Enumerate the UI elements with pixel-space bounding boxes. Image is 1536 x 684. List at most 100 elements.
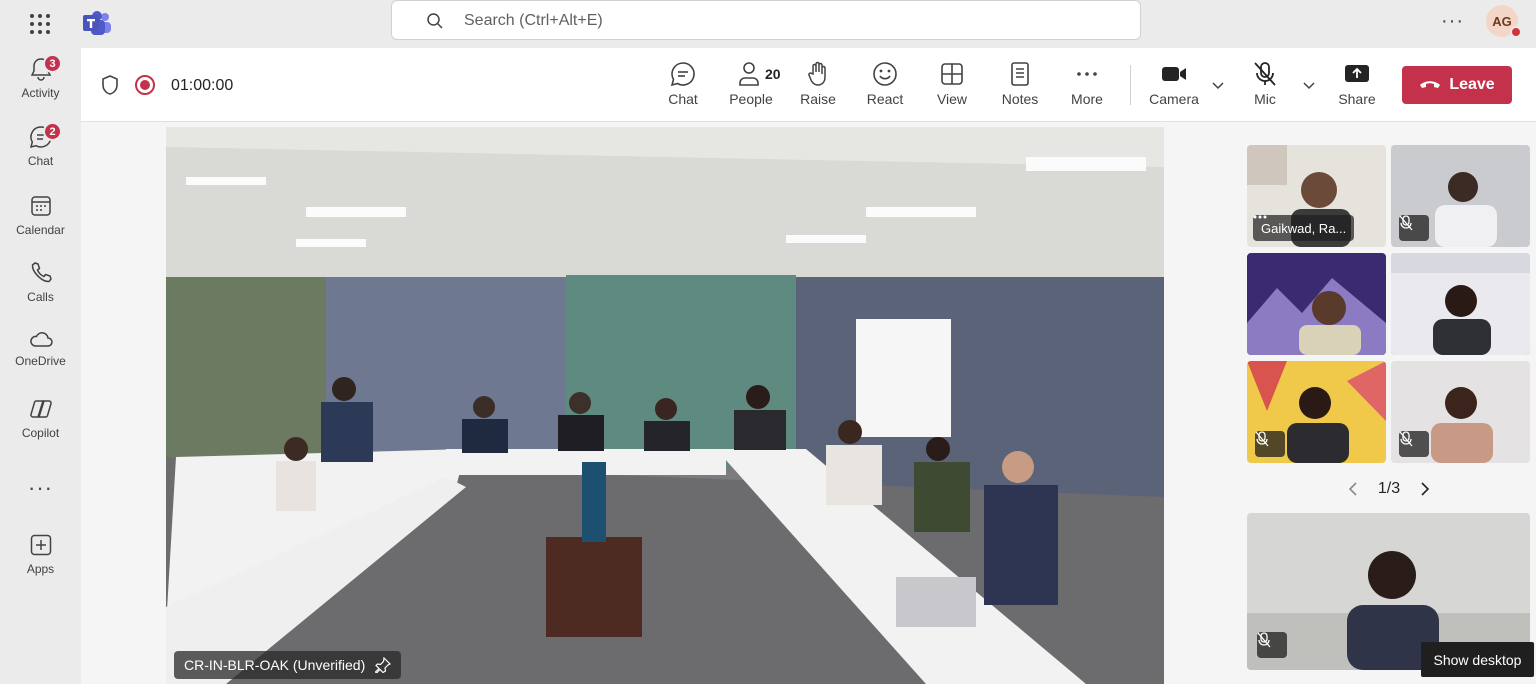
- more-actions-button[interactable]: More: [1057, 60, 1117, 116]
- participant-name-tag: Gaikwad, Ra...: [1253, 215, 1355, 241]
- add-app-icon: [30, 534, 51, 556]
- participant-tile[interactable]: [1391, 361, 1530, 463]
- leave-button-label: Leave: [1449, 76, 1495, 93]
- notes-button[interactable]: Notes: [990, 60, 1050, 116]
- main-video-feed[interactable]: [166, 127, 1164, 684]
- search-input[interactable]: Search (Ctrl+Alt+E): [464, 12, 603, 30]
- pin-icon[interactable]: [375, 657, 392, 673]
- muted-indicator: [1399, 431, 1429, 457]
- rail-label-calls: Calls: [27, 290, 54, 304]
- gallery-pager: 1/3: [1347, 478, 1431, 500]
- rail-item-calendar[interactable]: Calendar: [0, 193, 81, 253]
- rail-label-chat: Chat: [27, 154, 54, 168]
- notes-icon: [1011, 62, 1029, 86]
- avatar-initials: AG: [1492, 13, 1512, 29]
- more-options-icon[interactable]: [1253, 215, 1267, 219]
- more-button-label: More: [1071, 91, 1103, 107]
- emoji-smile-icon: [873, 62, 897, 86]
- video-camera-icon: [1162, 67, 1186, 81]
- main-participant-name: CR-IN-BLR-OAK (Unverified): [184, 657, 366, 673]
- cloud-icon: [29, 332, 53, 347]
- raise-button-label: Raise: [800, 91, 836, 107]
- people-button-label: People: [729, 91, 773, 107]
- participant-tile-speaking[interactable]: [1391, 253, 1530, 355]
- presence-busy-icon: [1510, 26, 1522, 38]
- copilot-icon: [29, 400, 52, 418]
- rail-label-copilot: Copilot: [21, 426, 60, 440]
- mic-off-icon: [1257, 632, 1271, 648]
- chat-button[interactable]: Chat: [653, 60, 713, 116]
- chevron-left-icon[interactable]: [1347, 481, 1359, 497]
- settings-more-button[interactable]: ···: [1441, 10, 1464, 33]
- grid-view-icon: [941, 63, 963, 85]
- leave-button[interactable]: Leave: [1402, 66, 1512, 104]
- more-horizontal-icon: [1077, 72, 1097, 76]
- user-avatar[interactable]: AG: [1486, 5, 1522, 38]
- people-icon: [739, 62, 759, 86]
- gallery-page-indicator: 1/3: [1377, 480, 1401, 497]
- notes-button-label: Notes: [1001, 91, 1039, 107]
- self-muted-indicator: [1257, 632, 1287, 658]
- rail-label-calendar: Calendar: [16, 223, 65, 237]
- raise-hand-icon: [808, 61, 826, 86]
- calendar-icon: [30, 196, 51, 216]
- mic-off-icon: [1255, 431, 1269, 447]
- camera-button[interactable]: Camera: [1144, 60, 1204, 116]
- shield-icon[interactable]: [100, 74, 120, 96]
- chevron-right-icon[interactable]: [1419, 481, 1431, 497]
- people-button[interactable]: 20 People: [721, 60, 781, 116]
- participant-tile[interactable]: [1391, 145, 1530, 247]
- main-participant-label: CR-IN-BLR-OAK (Unverified): [174, 651, 402, 679]
- rail-item-chat[interactable]: 2 Chat: [0, 122, 81, 184]
- title-bar: Search (Ctrl+Alt+E) ··· AG: [0, 0, 1536, 48]
- mic-off-icon: [1254, 62, 1276, 86]
- mic-off-icon: [1399, 215, 1413, 231]
- toolbar-divider: [1130, 65, 1131, 105]
- participant-name: Gaikwad, Ra...: [1261, 220, 1347, 236]
- rail-label-apps: Apps: [26, 562, 55, 576]
- teams-logo-icon: [83, 11, 111, 35]
- camera-options-chevron-down-icon[interactable]: [1211, 78, 1225, 92]
- chat-bubble-icon: [670, 62, 695, 87]
- phone-icon: [31, 262, 52, 283]
- rail-item-calls[interactable]: Calls: [0, 260, 81, 320]
- react-button[interactable]: React: [855, 60, 915, 116]
- rail-item-copilot[interactable]: Copilot: [0, 396, 81, 456]
- share-screen-icon: [1345, 65, 1369, 82]
- show-desktop-tooltip: Show desktop: [1421, 642, 1534, 677]
- view-button-label: View: [936, 91, 968, 107]
- app-rail: 3 Activity 2 Chat Calendar Calls OneDriv…: [0, 48, 81, 684]
- rail-item-onedrive[interactable]: OneDrive: [0, 328, 81, 388]
- mic-button-label: Mic: [1254, 91, 1276, 107]
- app-launcher-icon[interactable]: [28, 12, 52, 36]
- hang-up-icon: [1420, 81, 1441, 88]
- participant-video: [1391, 253, 1530, 355]
- rail-item-apps[interactable]: Apps: [0, 532, 81, 592]
- search-box[interactable]: Search (Ctrl+Alt+E): [391, 0, 1141, 40]
- rail-label-onedrive: OneDrive: [15, 354, 66, 368]
- raise-hand-button[interactable]: Raise: [788, 60, 848, 116]
- meeting-timer: 01:00:00: [171, 77, 234, 94]
- chat-badge: 2: [43, 122, 62, 141]
- muted-indicator: [1255, 431, 1285, 457]
- view-button[interactable]: View: [922, 60, 982, 116]
- people-count: 20: [765, 66, 781, 82]
- recording-icon[interactable]: [135, 75, 155, 95]
- rail-label-activity: Activity: [21, 86, 60, 100]
- rail-more-apps-button[interactable]: ···: [0, 475, 81, 501]
- search-icon: [427, 13, 443, 29]
- mic-off-icon: [1399, 431, 1413, 447]
- mic-options-chevron-down-icon[interactable]: [1302, 78, 1316, 92]
- muted-indicator: [1399, 215, 1429, 241]
- rail-item-activity[interactable]: 3 Activity: [0, 54, 81, 116]
- meeting-toolbar: 01:00:00 Chat 20 People Raise React View…: [81, 48, 1536, 122]
- conference-room-scene: [166, 127, 1164, 684]
- share-button[interactable]: Share: [1327, 60, 1387, 116]
- share-button-label: Share: [1338, 91, 1376, 107]
- camera-button-label: Camera: [1149, 91, 1199, 107]
- participant-tile[interactable]: [1247, 253, 1386, 355]
- mic-button[interactable]: Mic: [1235, 60, 1295, 116]
- react-button-label: React: [866, 91, 904, 107]
- participant-tile[interactable]: Gaikwad, Ra...: [1247, 145, 1386, 247]
- participant-tile[interactable]: [1247, 361, 1386, 463]
